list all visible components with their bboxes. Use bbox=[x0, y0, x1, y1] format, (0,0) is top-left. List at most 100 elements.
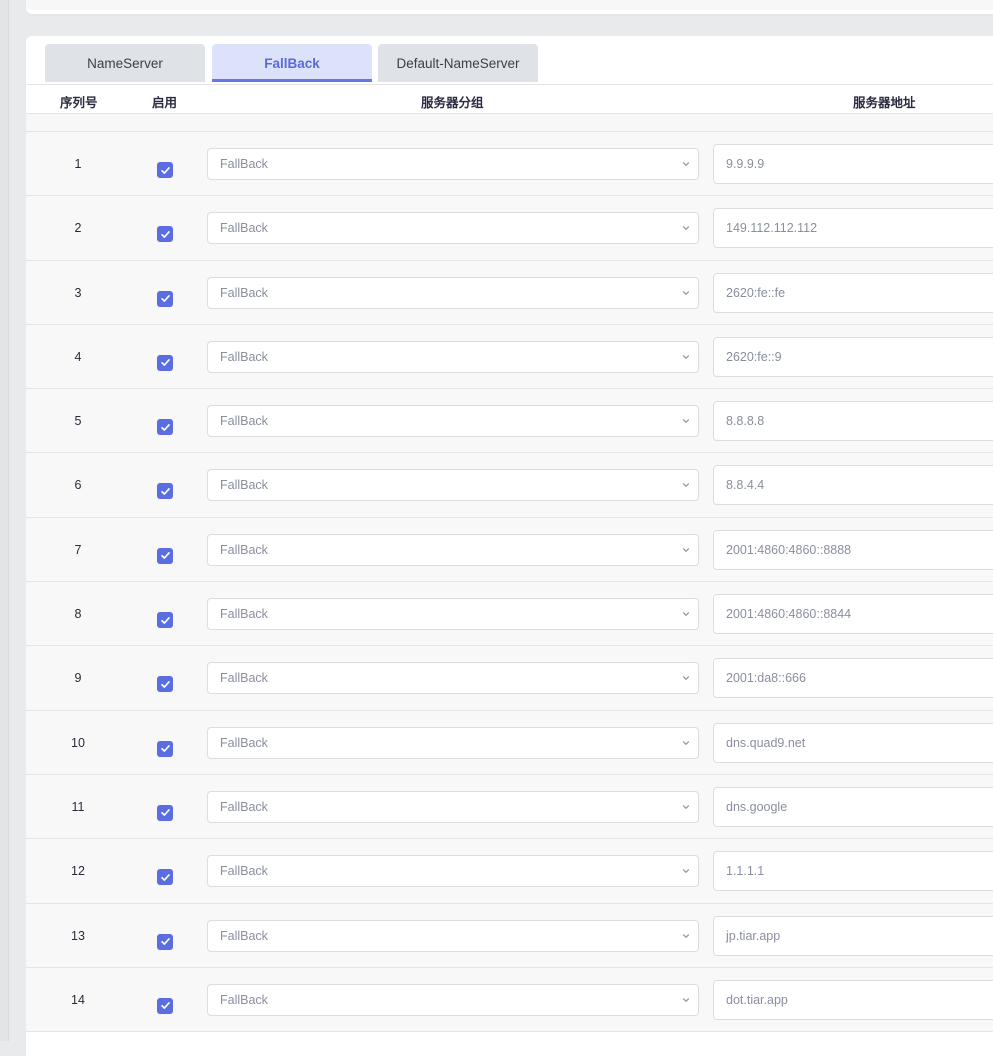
server-group-select[interactable]: FallBack bbox=[207, 405, 699, 438]
check-icon bbox=[160, 423, 170, 431]
table-row: 8 FallBack 2001:4860:4860::8844 bbox=[26, 582, 993, 647]
server-group-select[interactable]: FallBack bbox=[207, 855, 699, 888]
server-address-input[interactable]: dns.quad9.net bbox=[713, 722, 993, 763]
chevron-down-icon bbox=[682, 226, 690, 231]
enabled-checkbox[interactable] bbox=[157, 419, 173, 436]
enabled-checkbox[interactable] bbox=[157, 612, 173, 629]
server-group-select[interactable]: FallBack bbox=[207, 469, 699, 502]
enabled-checkbox[interactable] bbox=[157, 933, 173, 950]
row-seq-number: 8 bbox=[74, 607, 82, 622]
table-row: 14 FallBack dot.tiar.app bbox=[26, 967, 993, 1033]
table-spacer-row bbox=[26, 114, 993, 132]
table-row: 13 FallBack jp.tiar.app bbox=[26, 903, 993, 968]
server-address-value: 9.9.9.9 bbox=[726, 157, 765, 171]
server-address-input[interactable]: 2620:fe::9 bbox=[713, 336, 993, 377]
server-address-input[interactable]: 1.1.1.1 bbox=[713, 851, 993, 892]
server-group-value: FallBack bbox=[220, 735, 268, 750]
server-group-select[interactable]: FallBack bbox=[207, 598, 699, 631]
server-group-select[interactable]: FallBack bbox=[207, 726, 699, 759]
table-row: 6 FallBack 8.8.4.4 bbox=[26, 453, 993, 518]
enabled-checkbox[interactable] bbox=[157, 869, 173, 886]
left-rail bbox=[0, 0, 9, 1041]
chevron-down-icon bbox=[682, 933, 690, 938]
server-group-value: FallBack bbox=[220, 542, 268, 557]
server-group-value: FallBack bbox=[220, 799, 268, 814]
check-icon bbox=[160, 745, 170, 753]
enabled-checkbox[interactable] bbox=[157, 997, 173, 1014]
chevron-down-icon bbox=[682, 676, 690, 681]
server-group-value: FallBack bbox=[220, 928, 268, 943]
server-address-value: dot.tiar.app bbox=[726, 992, 788, 1007]
row-seq-number: 11 bbox=[71, 799, 85, 814]
row-seq-number: 13 bbox=[71, 928, 85, 943]
table-row: 9 FallBack 2001:da8::666 bbox=[26, 646, 993, 711]
server-group-value: FallBack bbox=[220, 864, 268, 879]
check-icon bbox=[160, 873, 170, 881]
row-seq-number: 5 bbox=[74, 414, 82, 429]
check-icon bbox=[160, 359, 170, 367]
enabled-checkbox[interactable] bbox=[157, 290, 173, 307]
tab-bar: NameServer FallBack Default-NameServer bbox=[26, 36, 993, 85]
server-address-input[interactable]: 2620:fe::fe bbox=[713, 272, 993, 313]
check-icon bbox=[160, 809, 170, 817]
column-header-seq: 序列号 bbox=[60, 96, 98, 110]
server-address-input[interactable]: 9.9.9.9 bbox=[713, 144, 993, 184]
server-address-value: 2620:fe::fe bbox=[726, 285, 786, 300]
server-group-value: FallBack bbox=[220, 285, 268, 300]
server-group-select[interactable]: FallBack bbox=[207, 662, 699, 695]
server-address-value: dns.quad9.net bbox=[726, 735, 806, 750]
server-address-input[interactable]: 8.8.8.8 bbox=[713, 401, 993, 442]
server-group-value: FallBack bbox=[220, 349, 268, 364]
chevron-down-icon bbox=[682, 355, 690, 359]
enabled-checkbox[interactable] bbox=[157, 162, 173, 178]
server-address-input[interactable]: jp.tiar.app bbox=[713, 915, 993, 956]
chevron-down-icon bbox=[682, 740, 690, 745]
row-seq-number: 6 bbox=[74, 478, 82, 493]
server-address-input[interactable]: 2001:da8::666 bbox=[713, 658, 993, 699]
enabled-checkbox[interactable] bbox=[157, 740, 173, 757]
column-header-address: 服务器地址 bbox=[853, 96, 916, 110]
server-group-select[interactable]: FallBack bbox=[207, 276, 699, 309]
server-address-value: dns.google bbox=[726, 799, 788, 814]
dns-server-panel: NameServer FallBack Default-NameServer 序… bbox=[26, 36, 993, 1056]
tab-default-nameserver[interactable]: Default-NameServer bbox=[378, 44, 538, 82]
row-seq-number: 10 bbox=[71, 735, 85, 750]
server-address-input[interactable]: dns.google bbox=[713, 786, 993, 827]
server-address-value: 149.112.112.112 bbox=[726, 221, 818, 236]
enabled-checkbox[interactable] bbox=[157, 804, 173, 821]
check-icon bbox=[160, 166, 170, 174]
tab-fallback[interactable]: FallBack bbox=[212, 44, 372, 82]
server-address-input[interactable]: 149.112.112.112 bbox=[713, 208, 993, 249]
server-address-input[interactable]: 8.8.4.4 bbox=[713, 465, 993, 506]
enabled-checkbox[interactable] bbox=[157, 547, 173, 564]
server-group-value: FallBack bbox=[220, 992, 268, 1007]
table-row: 1 FallBack 9.9.9.9 bbox=[26, 132, 993, 197]
server-group-select[interactable]: FallBack bbox=[207, 212, 699, 245]
server-address-value: 2620:fe::9 bbox=[726, 349, 782, 364]
server-address-value: 2001:da8::666 bbox=[726, 671, 806, 686]
server-group-select[interactable]: FallBack bbox=[207, 790, 699, 823]
server-group-select[interactable]: FallBack bbox=[207, 148, 699, 180]
table-row: 3 FallBack 2620:fe::fe bbox=[26, 260, 993, 325]
enabled-checkbox[interactable] bbox=[157, 483, 173, 500]
server-group-select[interactable]: FallBack bbox=[207, 340, 699, 373]
table-header: 序列号 启用 服务器分组 服务器地址 bbox=[26, 85, 993, 114]
table-row: 7 FallBack 2001:4860:4860::8888 bbox=[26, 517, 993, 583]
enabled-checkbox[interactable] bbox=[157, 226, 173, 243]
row-seq-number: 7 bbox=[74, 542, 82, 557]
server-group-select[interactable]: FallBack bbox=[207, 533, 699, 566]
tab-nameserver[interactable]: NameServer bbox=[45, 44, 205, 82]
enabled-checkbox[interactable] bbox=[157, 676, 173, 693]
top-card bbox=[26, 0, 993, 14]
chevron-down-icon bbox=[682, 998, 690, 1002]
table-row: 12 FallBack 1.1.1.1 bbox=[26, 839, 993, 904]
server-address-input[interactable]: dot.tiar.app bbox=[713, 979, 993, 1020]
enabled-checkbox[interactable] bbox=[157, 354, 173, 371]
chevron-down-icon bbox=[682, 869, 690, 874]
row-seq-number: 4 bbox=[74, 349, 82, 364]
server-address-input[interactable]: 2001:4860:4860::8844 bbox=[713, 594, 993, 635]
server-group-select[interactable]: FallBack bbox=[207, 919, 699, 952]
chevron-down-icon bbox=[682, 612, 690, 616]
server-group-select[interactable]: FallBack bbox=[207, 983, 699, 1016]
server-address-input[interactable]: 2001:4860:4860::8888 bbox=[713, 529, 993, 570]
